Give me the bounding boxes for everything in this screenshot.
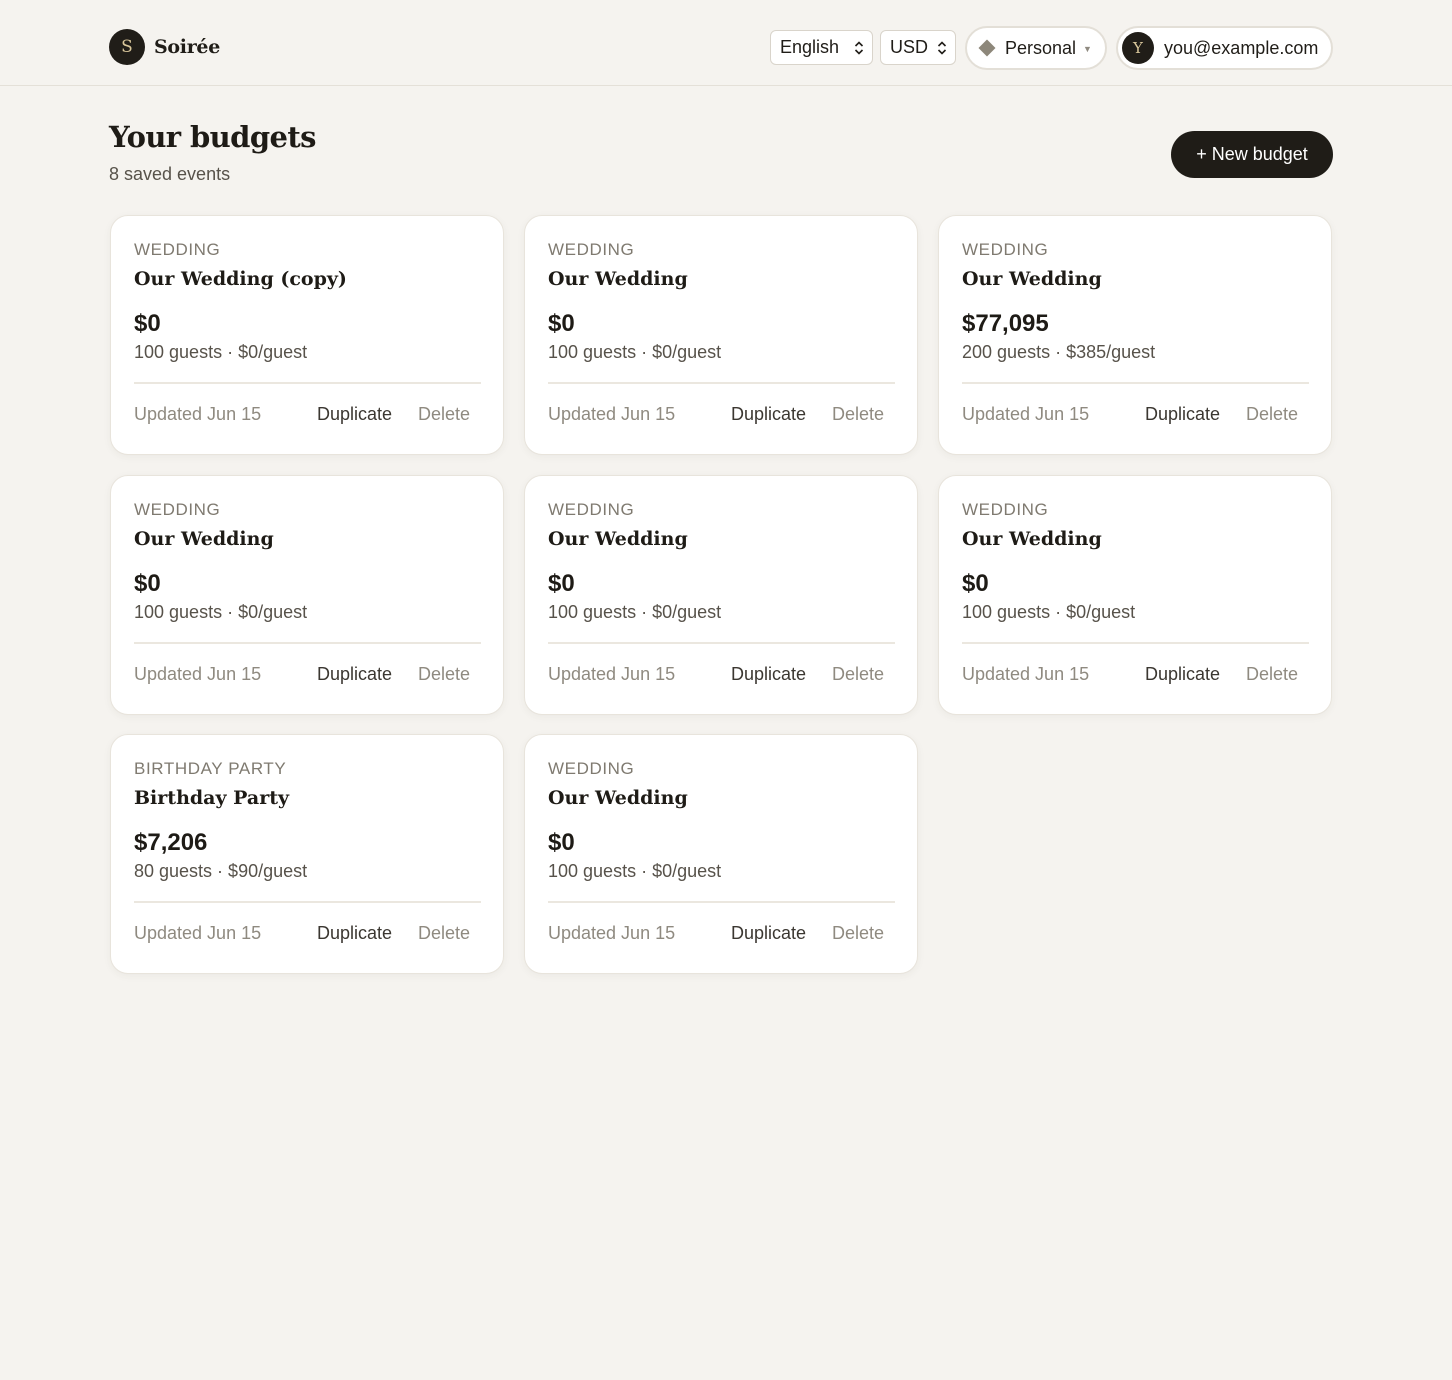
- delete-button[interactable]: Delete: [1246, 404, 1298, 425]
- budget-card[interactable]: Wedding Our Wedding $0 100 guests · $0/g…: [938, 475, 1332, 715]
- divider: [548, 382, 895, 384]
- budget-card[interactable]: Wedding Our Wedding $77,095 200 guests ·…: [938, 215, 1332, 455]
- delete-button[interactable]: Delete: [832, 664, 884, 685]
- divider: [962, 642, 1309, 644]
- budget-total: $0: [134, 310, 161, 337]
- delete-button[interactable]: Delete: [832, 923, 884, 944]
- updated-date: Updated Jun 15: [134, 404, 262, 424]
- duplicate-button[interactable]: Duplicate: [731, 404, 806, 425]
- event-type: Wedding: [548, 759, 635, 778]
- budget-card[interactable]: Wedding Our Wedding (copy) $0 100 guests…: [110, 215, 504, 455]
- duplicate-button[interactable]: Duplicate: [317, 664, 392, 685]
- budget-total: $0: [134, 570, 161, 597]
- event-type: Wedding: [548, 500, 635, 519]
- divider: [134, 901, 481, 903]
- budget-guests: 100 guests · $0/guest: [134, 342, 308, 362]
- budget-total: $77,095: [962, 310, 1049, 337]
- workspace-name: Personal: [1005, 37, 1077, 58]
- event-type: Birthday Party: [134, 759, 287, 778]
- updated-date: Updated Jun 15: [548, 404, 676, 424]
- budget-card[interactable]: Birthday Party Birthday Party $7,206 80 …: [110, 734, 504, 974]
- budget-guests: 100 guests · $0/guest: [548, 342, 722, 362]
- event-type: Wedding: [962, 240, 1049, 259]
- divider: [548, 901, 895, 903]
- budget-total: $0: [548, 310, 575, 337]
- duplicate-button[interactable]: Duplicate: [1145, 404, 1220, 425]
- event-type: Wedding: [548, 240, 635, 259]
- budget-title: Our Wedding: [134, 528, 274, 550]
- budget-guests: 100 guests · $0/guest: [548, 861, 722, 881]
- workspace-switcher[interactable]: Personal ▼: [965, 26, 1107, 70]
- brand-logo: S: [109, 29, 145, 65]
- budget-card[interactable]: Wedding Our Wedding $0 100 guests · $0/g…: [524, 475, 918, 715]
- divider: [134, 642, 481, 644]
- delete-button[interactable]: Delete: [418, 923, 470, 944]
- language-select[interactable]: English: [770, 30, 873, 65]
- budget-total: $0: [548, 829, 575, 856]
- budget-guests: 100 guests · $0/guest: [962, 602, 1136, 622]
- page-subtitle: 8 saved events: [109, 164, 231, 184]
- budget-guests: 200 guests · $385/guest: [962, 342, 1156, 362]
- event-type: Wedding: [962, 500, 1049, 519]
- divider: [962, 382, 1309, 384]
- budget-title: Our Wedding: [548, 268, 688, 290]
- brand-name: Soirée: [154, 36, 220, 58]
- budget-guests: 80 guests · $90/guest: [134, 861, 308, 881]
- user-email: you@example.com: [1164, 37, 1319, 58]
- duplicate-button[interactable]: Duplicate: [1145, 664, 1220, 685]
- page-title: Your budgets: [109, 120, 316, 154]
- budget-guests: 100 guests · $0/guest: [134, 602, 308, 622]
- delete-button[interactable]: Delete: [1246, 664, 1298, 685]
- budget-total: $0: [548, 570, 575, 597]
- updated-date: Updated Jun 15: [548, 923, 676, 943]
- user-menu[interactable]: Y you@example.com: [1116, 26, 1333, 70]
- avatar: Y: [1122, 32, 1154, 64]
- currency-select[interactable]: USD: [880, 30, 956, 65]
- budget-card[interactable]: Wedding Our Wedding $0 100 guests · $0/g…: [524, 734, 918, 974]
- language-value: English: [780, 37, 840, 57]
- budget-title: Our Wedding: [548, 787, 688, 809]
- delete-button[interactable]: Delete: [418, 404, 470, 425]
- divider: [134, 382, 481, 384]
- delete-button[interactable]: Delete: [418, 664, 470, 685]
- budget-card[interactable]: Wedding Our Wedding $0 100 guests · $0/g…: [110, 475, 504, 715]
- updated-date: Updated Jun 15: [962, 404, 1090, 424]
- updated-date: Updated Jun 15: [134, 923, 262, 943]
- updated-date: Updated Jun 15: [134, 664, 262, 684]
- budget-total: $0: [962, 570, 989, 597]
- budget-title: Birthday Party: [134, 787, 290, 809]
- delete-button[interactable]: Delete: [832, 404, 884, 425]
- duplicate-button[interactable]: Duplicate: [731, 664, 806, 685]
- select-chevron-icon: [937, 41, 947, 55]
- duplicate-button[interactable]: Duplicate: [317, 923, 392, 944]
- updated-date: Updated Jun 15: [962, 664, 1090, 684]
- top-bar: S Soirée English USD Personal ▼ Y you@ex…: [0, 0, 1452, 86]
- brand[interactable]: S Soirée: [109, 29, 220, 65]
- budget-title: Our Wedding (copy): [134, 268, 347, 290]
- duplicate-button[interactable]: Duplicate: [731, 923, 806, 944]
- budget-title: Our Wedding: [962, 268, 1102, 290]
- currency-value: USD: [890, 37, 929, 57]
- budget-title: Our Wedding: [962, 528, 1102, 550]
- caret-down-icon: ▼: [1083, 44, 1092, 54]
- budget-card[interactable]: Wedding Our Wedding $0 100 guests · $0/g…: [524, 215, 918, 455]
- duplicate-button[interactable]: Duplicate: [317, 404, 392, 425]
- event-type: Wedding: [134, 500, 221, 519]
- budget-guests: 100 guests · $0/guest: [548, 602, 722, 622]
- updated-date: Updated Jun 15: [548, 664, 676, 684]
- budget-total: $7,206: [134, 829, 208, 856]
- select-chevron-icon: [854, 41, 864, 55]
- workspace-diamond-icon: [978, 39, 996, 57]
- new-budget-button[interactable]: + New budget: [1171, 131, 1333, 178]
- event-type: Wedding: [134, 240, 221, 259]
- divider: [548, 642, 895, 644]
- budget-title: Our Wedding: [548, 528, 688, 550]
